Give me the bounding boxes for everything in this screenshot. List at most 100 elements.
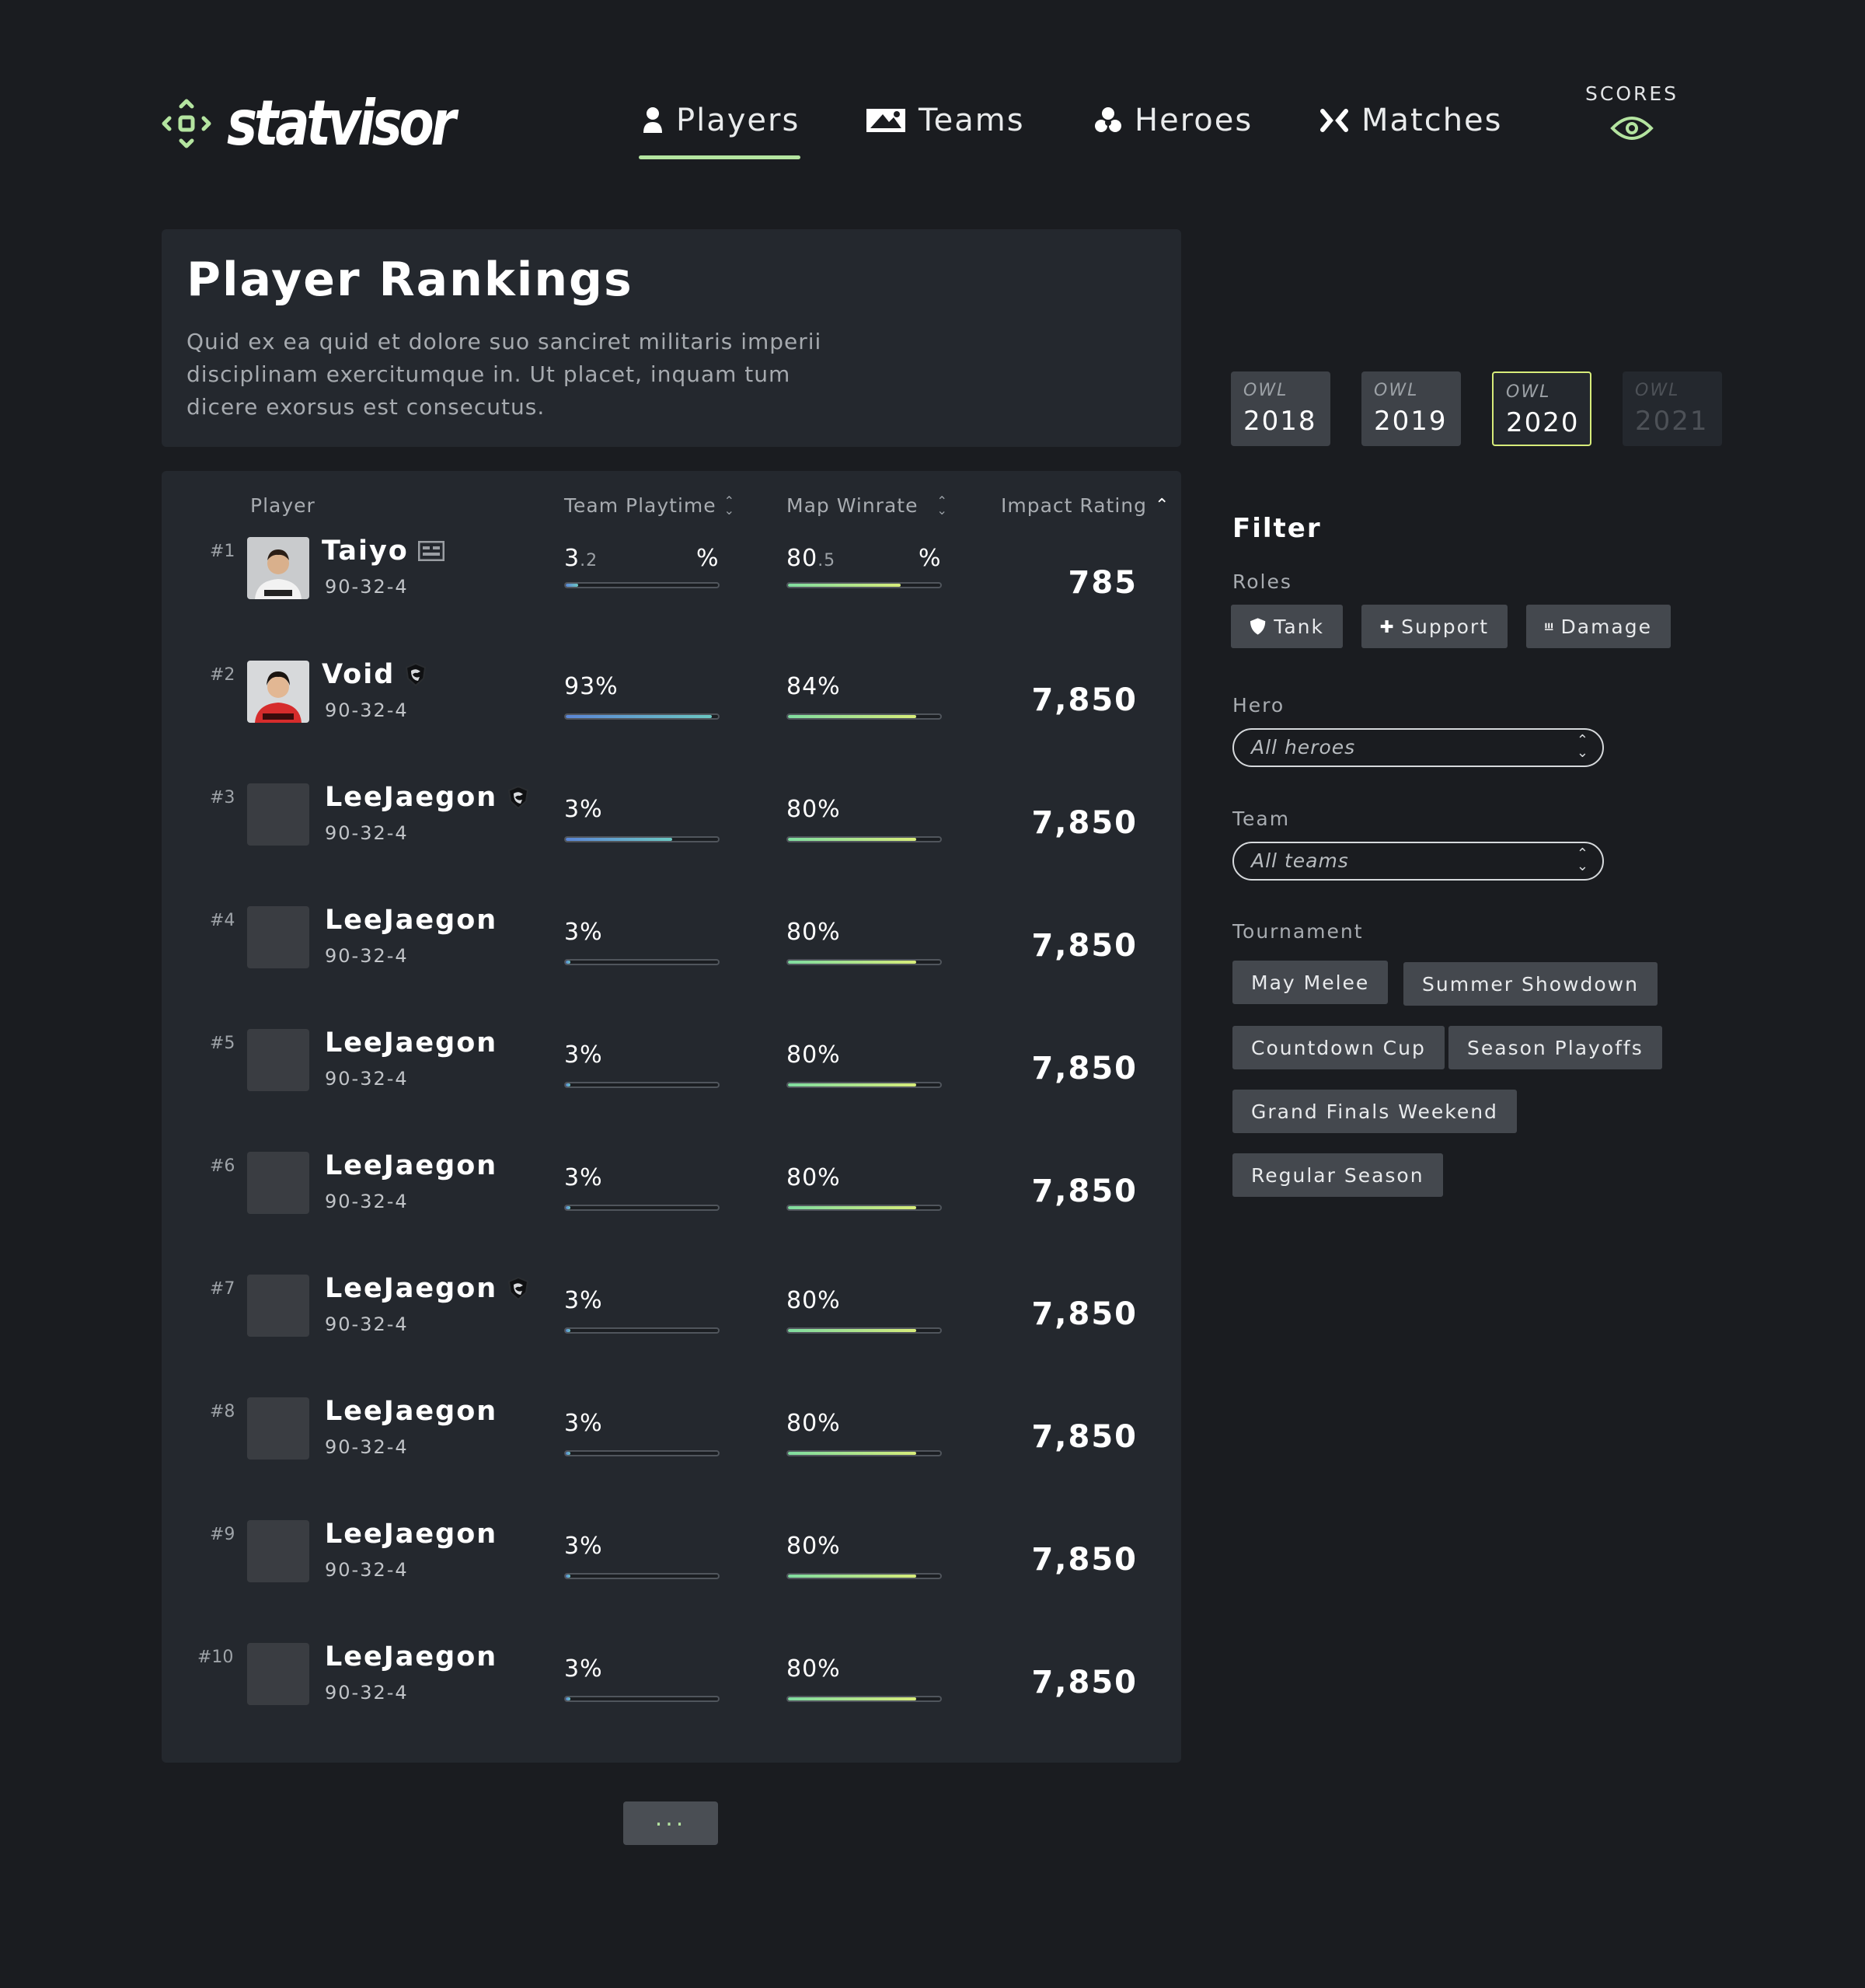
scores-toggle[interactable]: SCORES xyxy=(1585,82,1678,144)
player-name[interactable]: Taiyo xyxy=(322,535,444,567)
map-winrate-bar xyxy=(786,1327,942,1334)
player-name[interactable]: LeeJaegon xyxy=(325,1396,497,1427)
sort-ascending-icon: ⌃ xyxy=(1155,495,1170,515)
team-playtime-fill xyxy=(566,838,673,841)
map-winrate-fill xyxy=(788,715,916,718)
season-year: 2018 xyxy=(1243,406,1317,437)
season-2018-button[interactable]: OWL 2018 xyxy=(1231,371,1330,446)
role-tank-chip[interactable]: Tank xyxy=(1231,605,1343,648)
team-playtime-bar xyxy=(564,836,720,842)
hero-select[interactable]: All heroes ⌃ ⌄ xyxy=(1232,728,1604,767)
team-playtime-fill xyxy=(566,584,578,587)
map-winrate-fill xyxy=(788,1697,916,1700)
nav-heroes[interactable]: Heroes xyxy=(1094,103,1253,138)
table-row[interactable]: #10 LeeJaegon 90-32-4 3% 80% 7,850 xyxy=(162,1641,1181,1764)
impact-rating: 7,850 xyxy=(1031,928,1138,964)
team-playtime-value: 3% xyxy=(564,1041,603,1069)
avatar xyxy=(247,1275,309,1337)
table-row[interactable]: #8 LeeJaegon 90-32-4 3% 80% 7,850 xyxy=(162,1396,1181,1519)
team-logo-icon xyxy=(508,1277,529,1300)
table-row[interactable]: #9 LeeJaegon 90-32-4 3% 80% 7,850 xyxy=(162,1519,1181,1641)
team-playtime-value: 3% xyxy=(564,1410,603,1437)
player-name[interactable]: LeeJaegon xyxy=(325,1641,497,1672)
filter-title: Filter xyxy=(1232,513,1322,544)
map-winrate-value: 80% xyxy=(786,1533,841,1560)
rankings-table: Player Team Playtime ⌃ ⌄ Map Winrate ⌃ ⌄ Imp… xyxy=(162,471,1181,1763)
map-winrate-value: 80% xyxy=(786,1410,841,1437)
map-winrate-bar xyxy=(786,836,942,842)
map-winrate-fill xyxy=(788,1575,916,1578)
logo[interactable]: statvisor xyxy=(155,87,503,159)
player-record: 90-32-4 xyxy=(325,1682,409,1704)
tournament-chip[interactable]: May Melee xyxy=(1232,961,1389,1004)
player-name[interactable]: LeeJaegon xyxy=(325,782,530,813)
player-record: 90-32-4 xyxy=(325,1559,409,1581)
team-select-value: All teams xyxy=(1251,849,1349,872)
rank-label: #2 xyxy=(210,665,235,685)
role-support-chip[interactable]: Support xyxy=(1361,605,1508,648)
season-league: OWL xyxy=(1635,381,1680,400)
table-row[interactable]: #5 LeeJaegon 90-32-4 3% 80% 7,850 xyxy=(162,1027,1181,1150)
map-winrate-fill xyxy=(788,1452,916,1455)
season-2020-button[interactable]: OWL 2020 xyxy=(1492,371,1591,446)
season-2021-button: OWL 2021 xyxy=(1623,371,1722,446)
header-impact[interactable]: Impact Rating ⌃ xyxy=(1001,494,1170,517)
team-playtime-value: 3.2% xyxy=(564,545,720,572)
player-record: 90-32-4 xyxy=(325,1436,409,1458)
team-playtime-bar xyxy=(564,1696,720,1702)
nav-teams[interactable]: Teams xyxy=(866,103,1025,138)
nav-matches[interactable]: Matches xyxy=(1319,103,1503,138)
rank-label: #3 xyxy=(210,788,235,807)
tournament-chip[interactable]: Season Playoffs xyxy=(1448,1026,1662,1069)
shield-icon xyxy=(1250,618,1266,635)
header-player: Player xyxy=(250,494,315,517)
tournament-chip[interactable]: Grand Finals Weekend xyxy=(1232,1090,1517,1133)
player-photo xyxy=(247,537,309,599)
nav-heroes-label: Heroes xyxy=(1135,103,1253,138)
table-row[interactable]: #4 LeeJaegon 90-32-4 3% 80% 7,850 xyxy=(162,905,1181,1027)
plus-icon xyxy=(1380,620,1393,633)
header-winrate[interactable]: Map Winrate ⌃ ⌄ xyxy=(786,494,948,517)
team-playtime-fill xyxy=(566,1452,570,1455)
season-2019-button[interactable]: OWL 2019 xyxy=(1361,371,1461,446)
avatar xyxy=(247,783,309,846)
nav-players[interactable]: Players xyxy=(642,103,800,138)
avatar xyxy=(247,661,309,723)
table-row[interactable]: #3 LeeJaegon 90-32-4 3% 80% 7,850 xyxy=(162,782,1181,905)
player-name[interactable]: LeeJaegon xyxy=(325,905,497,936)
player-name[interactable]: LeeJaegon xyxy=(325,1027,497,1059)
logo-icon xyxy=(162,99,211,148)
map-winrate-fill xyxy=(788,1206,916,1209)
avatar xyxy=(247,1152,309,1214)
team-playtime-value: 3% xyxy=(564,1655,603,1683)
player-name[interactable]: Void xyxy=(322,659,427,690)
season-league: OWL xyxy=(1506,382,1551,402)
map-winrate-fill xyxy=(788,584,901,587)
tournament-chip[interactable]: Countdown Cup xyxy=(1232,1026,1445,1069)
table-row[interactable]: #2 Void 90-32-4 93% 84% 7,850 xyxy=(162,659,1181,782)
map-winrate-fill xyxy=(788,1329,916,1332)
map-winrate-fill xyxy=(788,838,916,841)
player-name[interactable]: LeeJaegon xyxy=(325,1273,530,1304)
team-playtime-bar xyxy=(564,582,720,588)
damage-icon xyxy=(1545,623,1553,630)
player-name[interactable]: LeeJaegon xyxy=(325,1150,497,1181)
map-winrate-value: 80% xyxy=(786,1287,841,1314)
map-winrate-value: 84% xyxy=(786,673,841,700)
avatar xyxy=(247,1029,309,1091)
team-select[interactable]: All teams ⌃ ⌄ xyxy=(1232,842,1604,881)
player-record: 90-32-4 xyxy=(325,822,409,844)
team-label: Team xyxy=(1232,807,1291,830)
table-row[interactable]: #1 Taiyo 90-32-4 3.2% 80.5% 785 xyxy=(162,535,1181,658)
role-damage-chip[interactable]: Damage xyxy=(1526,605,1671,648)
impact-rating: 7,850 xyxy=(1031,682,1138,718)
team-playtime-value: 3% xyxy=(564,919,603,946)
player-name[interactable]: LeeJaegon xyxy=(325,1519,497,1550)
table-row[interactable]: #7 LeeJaegon 90-32-4 3% 80% 7,850 xyxy=(162,1273,1181,1396)
chevron-updown-icon: ⌃ ⌄ xyxy=(1576,732,1588,761)
tournament-chip[interactable]: Summer Showdown xyxy=(1403,962,1658,1006)
tournament-chip[interactable]: Regular Season xyxy=(1232,1153,1443,1197)
load-more-button[interactable]: ... xyxy=(623,1801,718,1845)
header-playtime[interactable]: Team Playtime ⌃ ⌄ xyxy=(564,494,735,517)
table-row[interactable]: #6 LeeJaegon 90-32-4 3% 80% 7,850 xyxy=(162,1150,1181,1273)
